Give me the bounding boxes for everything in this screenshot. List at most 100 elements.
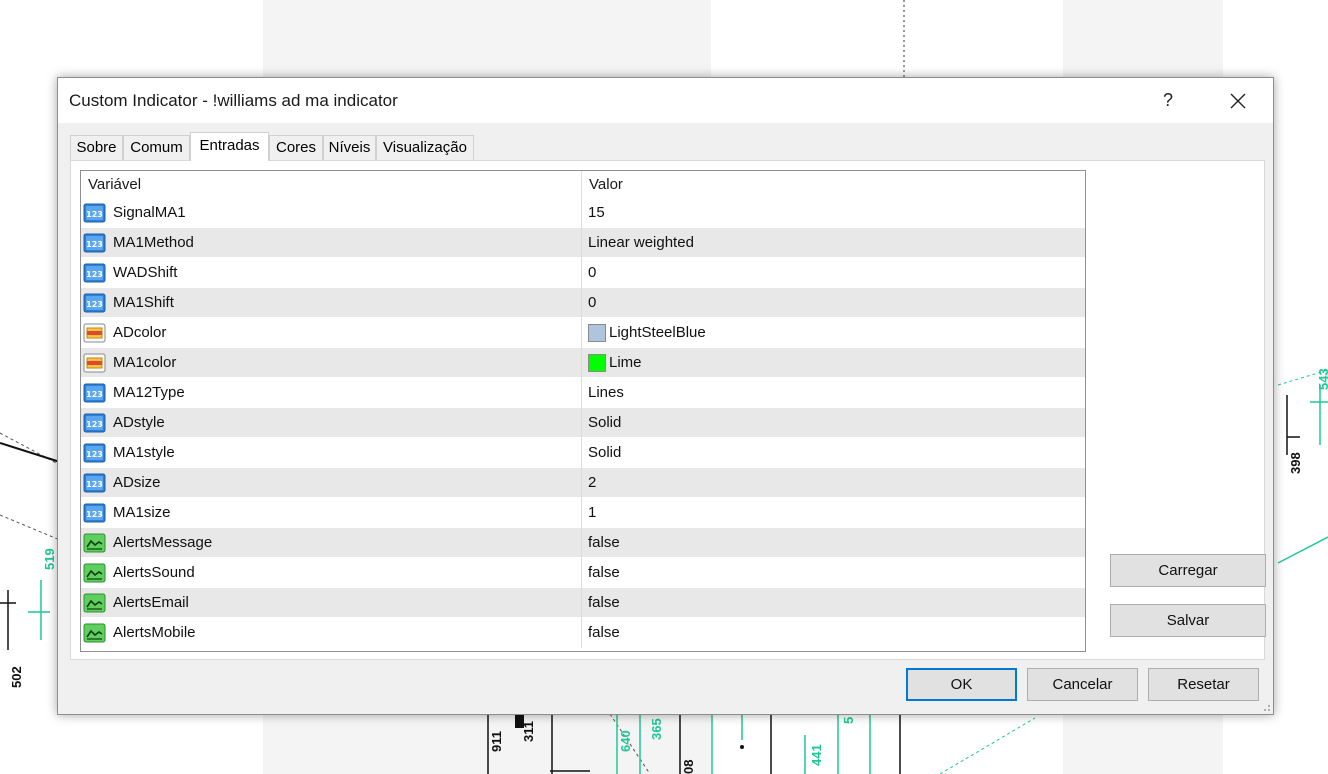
value-cell[interactable]: Linear weighted [582, 228, 1085, 258]
chart-label: 543 [1316, 368, 1328, 390]
variable-cell: 123 ADstyle [81, 408, 582, 438]
table-row[interactable]: 123 MA1style Solid [81, 438, 1085, 468]
bool-icon [83, 562, 106, 584]
close-button[interactable] [1215, 78, 1261, 123]
table-row[interactable]: 123 ADstyle Solid [81, 408, 1085, 438]
table-row[interactable]: 123 MA12Type Lines [81, 378, 1085, 408]
variable-name: AlertsSound [113, 564, 195, 581]
color-icon [83, 352, 106, 374]
help-button[interactable]: ? [1145, 78, 1191, 123]
chart-label: 640 [618, 730, 633, 752]
value-cell[interactable]: 0 [582, 288, 1085, 318]
chart-dash-line [0, 432, 61, 466]
variable-cell: 123 MA12Type [81, 378, 582, 408]
variable-cell: 123 MA1Method [81, 228, 582, 258]
chart-ad-line [0, 442, 61, 463]
help-icon: ? [1162, 90, 1173, 110]
chart-label: 519 [42, 548, 57, 570]
variable-name: MA1style [113, 444, 175, 461]
svg-text:123: 123 [86, 210, 103, 219]
variable-value: 1 [588, 504, 597, 521]
variable-name: AlertsMessage [113, 534, 213, 551]
resize-grip-icon[interactable] [1261, 702, 1271, 712]
chart-label: 502 [9, 666, 24, 688]
value-cell[interactable]: false [582, 558, 1085, 588]
variable-value: Solid [588, 444, 622, 461]
variable-value: 0 [588, 294, 597, 311]
variable-name: MA1size [113, 504, 171, 521]
int-icon: 123 [83, 382, 106, 404]
value-cell[interactable]: 15 [582, 198, 1085, 228]
value-cell[interactable]: Lime [582, 348, 1085, 378]
chart-label: 311 [521, 721, 536, 742]
variable-value: LightSteelBlue [609, 324, 706, 341]
value-cell[interactable]: Solid [582, 408, 1085, 438]
variable-value: false [588, 534, 620, 551]
variable-cell: 123 SignalMA1 [81, 198, 582, 228]
title-bar[interactable]: Custom Indicator - !williams ad ma indic… [58, 78, 1273, 123]
value-cell[interactable]: 2 [582, 468, 1085, 498]
bool-icon [83, 532, 106, 554]
table-header: Variável Valor [81, 171, 1085, 198]
value-cell[interactable]: false [582, 588, 1085, 618]
value-cell[interactable]: LightSteelBlue [582, 318, 1085, 348]
inputs-panel: Variável Valor 123 SignalMA1 15 123 MA1Metho… [70, 160, 1266, 660]
load-button[interactable]: Carregar [1110, 554, 1266, 587]
table-row[interactable]: 123 ADsize 2 [81, 468, 1085, 498]
int-icon: 123 [83, 412, 106, 434]
svg-text:123: 123 [86, 240, 103, 249]
column-header-variable[interactable]: Variável [81, 171, 582, 198]
chart-label: 365 [649, 718, 664, 740]
bool-icon [83, 592, 106, 614]
bool-icon [83, 622, 106, 644]
tab-visualizacao[interactable]: Visualização [376, 135, 474, 160]
tab-comum[interactable]: Comum [123, 135, 190, 160]
table-row[interactable]: ADcolor LightSteelBlue [81, 318, 1085, 348]
svg-text:123: 123 [86, 420, 103, 429]
variable-name: MA1Shift [113, 294, 174, 311]
value-cell[interactable]: false [582, 528, 1085, 558]
column-header-value[interactable]: Valor [582, 171, 1085, 198]
variable-name: AlertsEmail [113, 594, 189, 611]
tab-niveis[interactable]: Níveis [323, 135, 376, 160]
ok-button[interactable]: OK [906, 668, 1017, 701]
variable-name: WADShift [113, 264, 178, 281]
tab-sobre[interactable]: Sobre [70, 135, 123, 160]
table-row[interactable]: 123 MA1Shift 0 [81, 288, 1085, 318]
chart-label: 5 [841, 717, 856, 724]
value-cell[interactable]: Solid [582, 438, 1085, 468]
chart-ma-line [1277, 536, 1328, 564]
value-cell[interactable]: 0 [582, 258, 1085, 288]
tab-cores[interactable]: Cores [269, 135, 323, 160]
table-row[interactable]: 123 MA1size 1 [81, 498, 1085, 528]
table-row[interactable]: AlertsMobile false [81, 618, 1085, 648]
variable-name: MA12Type [113, 384, 185, 401]
value-cell[interactable]: 1 [582, 498, 1085, 528]
tab-entradas[interactable]: Entradas [190, 132, 269, 161]
variable-value: Lime [609, 354, 642, 371]
custom-indicator-dialog: Custom Indicator - !williams ad ma indic… [57, 77, 1274, 715]
variable-cell: ADcolor [81, 318, 582, 348]
variable-name: ADcolor [113, 324, 167, 341]
variable-value: Solid [588, 414, 622, 431]
table-row[interactable]: MA1color Lime [81, 348, 1085, 378]
variable-cell: MA1color [81, 348, 582, 378]
table-row[interactable]: AlertsSound false [81, 558, 1085, 588]
variable-cell: AlertsSound [81, 558, 582, 588]
chart-point [740, 745, 744, 749]
table-row[interactable]: 123 MA1Method Linear weighted [81, 228, 1085, 258]
table-row[interactable]: 123 WADShift 0 [81, 258, 1085, 288]
variable-cell: 123 MA1Shift [81, 288, 582, 318]
table-row[interactable]: 123 SignalMA1 15 [81, 198, 1085, 228]
save-button[interactable]: Salvar [1110, 604, 1266, 637]
table-row[interactable]: AlertsMessage false [81, 528, 1085, 558]
value-cell[interactable]: Lines [582, 378, 1085, 408]
reset-button[interactable]: Resetar [1148, 668, 1259, 701]
value-cell[interactable]: false [582, 618, 1085, 648]
color-icon [83, 322, 106, 344]
variable-value: Lines [588, 384, 624, 401]
table-row[interactable]: AlertsEmail false [81, 588, 1085, 618]
cancel-button[interactable]: Cancelar [1027, 668, 1138, 701]
int-icon: 123 [83, 232, 106, 254]
window-title: Custom Indicator - !williams ad ma indic… [69, 91, 398, 110]
